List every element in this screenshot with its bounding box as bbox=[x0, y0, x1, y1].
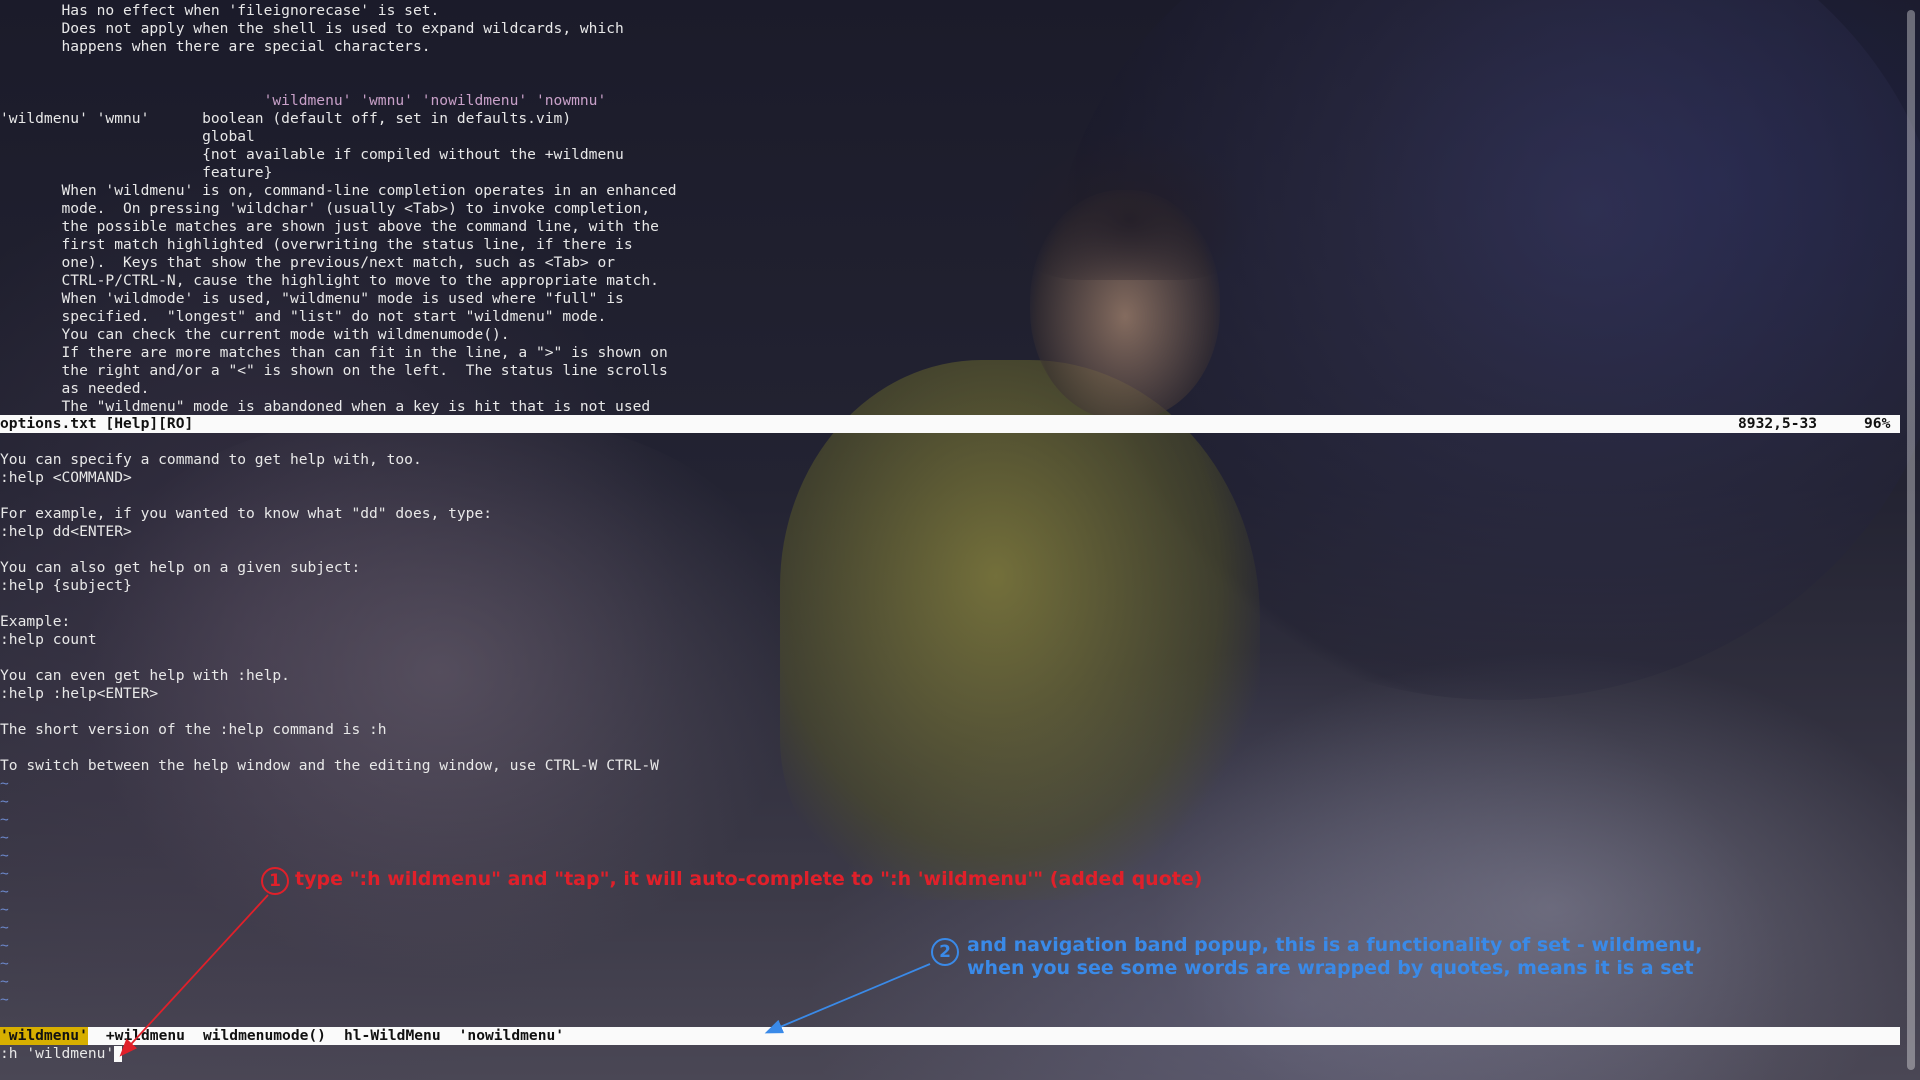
annotation-arrows bbox=[119, 894, 931, 1057]
vim-terminal[interactable]: Has no effect when 'fileignorecase' is s… bbox=[0, 0, 1920, 1080]
annotation-2-arrow bbox=[764, 963, 931, 1034]
annotation-1-arrow bbox=[119, 894, 269, 1057]
